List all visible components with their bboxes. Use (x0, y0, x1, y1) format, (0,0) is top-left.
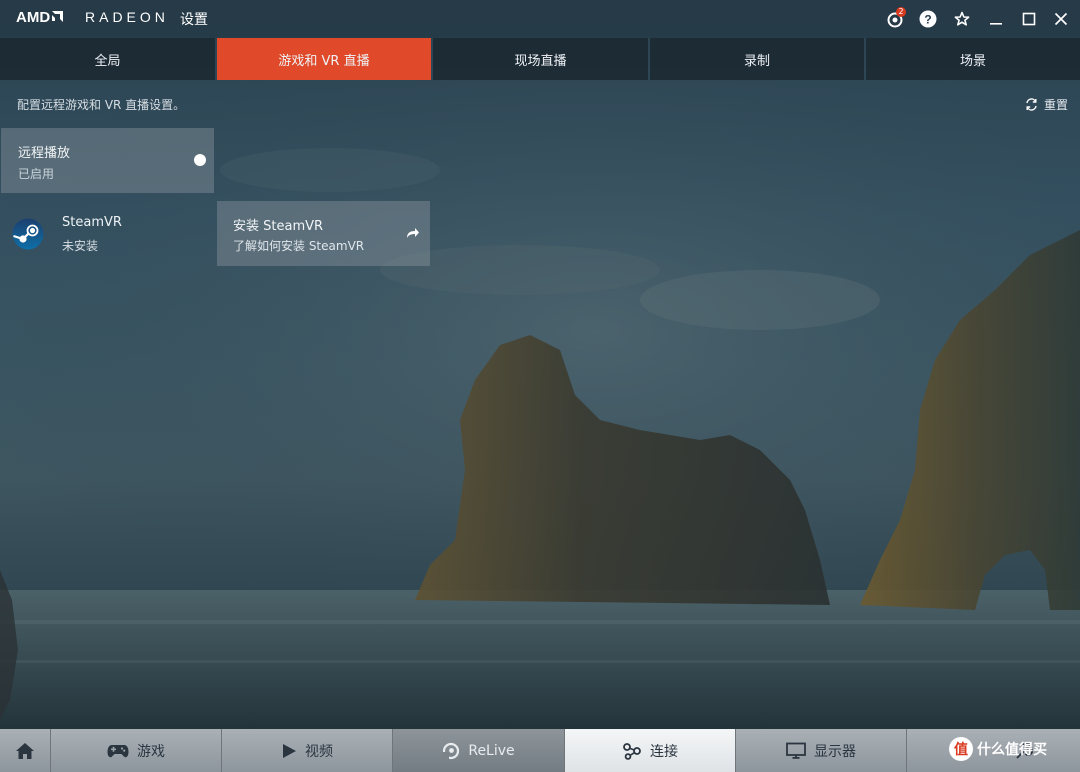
nav-display[interactable]: 显示器 (736, 729, 907, 772)
nav-gaming-label: 游戏 (137, 743, 165, 760)
remote-play-title: 远程播放 (18, 146, 71, 161)
tab-global[interactable]: 全局 (0, 38, 215, 80)
favorite-button[interactable] (950, 7, 974, 31)
tab-scene-label: 场景 (959, 53, 986, 69)
nav-home[interactable] (0, 729, 51, 772)
maximize-button[interactable] (1017, 7, 1041, 31)
settings-title: 设置 (180, 12, 208, 28)
install-steamvr-button[interactable]: 安装 SteamVR 了解如何安装 SteamVR (217, 201, 430, 266)
minimize-button[interactable] (984, 7, 1008, 31)
svg-text:?: ? (924, 13, 931, 27)
page-description: 配置远程游戏和 VR 直播设置。 (17, 98, 186, 112)
title-bar: AMD RADEON 设置 2 ? (0, 0, 1080, 38)
gamepad-icon (107, 744, 129, 757)
settings-tabs: 全局 游戏和 VR 直播 现场直播 录制 场景 (0, 38, 1080, 80)
nav-gaming[interactable]: 游戏 (51, 729, 222, 772)
watermark-text: 什么值得买 (977, 742, 1047, 758)
close-icon (1054, 12, 1068, 26)
external-link-icon (407, 228, 419, 238)
reset-label: 重置 (1043, 98, 1068, 112)
watermark-logo: 值 (949, 737, 973, 761)
nav-relive[interactable]: ReLive (393, 729, 565, 772)
home-icon (16, 742, 34, 759)
wallpaper-scenery (0, 80, 1080, 730)
nav-video-label: 视频 (305, 743, 333, 760)
install-steamvr-subtitle: 了解如何安装 SteamVR (233, 239, 365, 253)
nav-connect[interactable]: 连接 (565, 729, 736, 772)
nav-display-label: 显示器 (814, 743, 856, 760)
tab-recording[interactable]: 录制 (650, 38, 864, 80)
minimize-icon (990, 23, 1002, 25)
radeon-logo: RADEON (85, 9, 169, 25)
bottom-navigation: 游戏 视频 ReLive 连接 显示器 (0, 729, 1080, 772)
tab-recording-label: 录制 (743, 53, 770, 69)
tab-gaming-vr-streaming[interactable]: 游戏和 VR 直播 (217, 38, 431, 80)
steamvr-status: 未安装 (62, 239, 99, 253)
maximize-icon (1022, 12, 1036, 26)
watermark: 值 什么值得买 (949, 737, 1047, 761)
remote-play-toggle[interactable]: 远程播放 已启用 (1, 128, 214, 193)
help-icon: ? (919, 10, 937, 28)
play-icon (283, 743, 296, 758)
nav-video[interactable]: 视频 (222, 729, 393, 772)
install-steamvr-title: 安装 SteamVR (233, 219, 324, 234)
wallpaper (0, 0, 1080, 772)
nav-relive-label: ReLive (468, 742, 515, 759)
star-icon (954, 11, 970, 26)
amd-arrow-icon (52, 11, 64, 22)
connect-icon (623, 742, 641, 760)
tab-live-streaming[interactable]: 现场直播 (433, 38, 648, 80)
nav-connect-label: 连接 (650, 743, 678, 760)
help-button[interactable]: ? (916, 7, 940, 31)
amd-logo: AMD (16, 9, 64, 26)
reset-button[interactable]: 重置 (1025, 96, 1068, 113)
notification-badge: 2 (896, 7, 906, 17)
monitor-icon (786, 742, 806, 759)
tab-global-label: 全局 (94, 53, 121, 69)
remote-play-status: 已启用 (18, 167, 55, 181)
relive-icon (443, 742, 460, 759)
toggle-indicator (194, 154, 206, 166)
steamvr-name: SteamVR (62, 215, 122, 230)
notifications-button[interactable]: 2 (883, 7, 907, 31)
steam-icon (12, 218, 44, 250)
close-button[interactable] (1049, 7, 1073, 31)
tab-live-streaming-label: 现场直播 (514, 53, 567, 69)
tab-scene[interactable]: 场景 (866, 38, 1080, 80)
amd-logo-text: AMD (16, 9, 51, 26)
tab-gaming-vr-label: 游戏和 VR 直播 (278, 53, 370, 69)
reset-icon (1026, 98, 1037, 111)
